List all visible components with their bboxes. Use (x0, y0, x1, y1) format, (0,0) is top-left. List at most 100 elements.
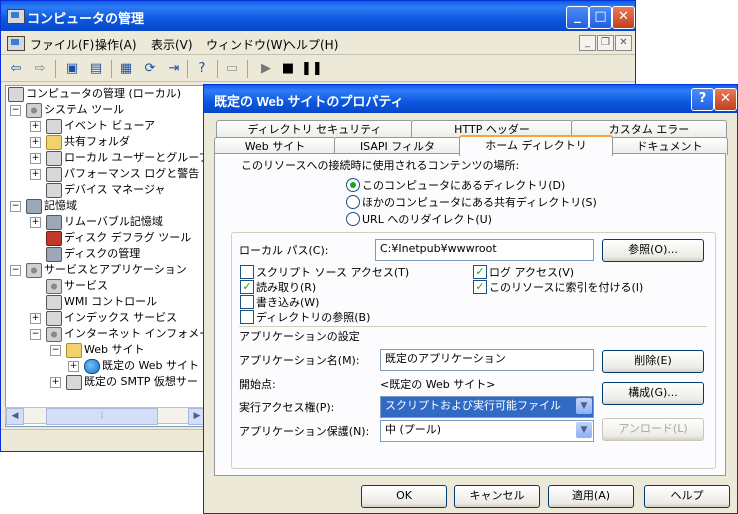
chk-directory-browsing[interactable] (240, 310, 254, 324)
refresh-icon[interactable]: ⟳ (141, 60, 159, 78)
tree-node-label: 共有フォルダ (64, 135, 130, 148)
remove-button[interactable]: 削除(E) (602, 350, 704, 373)
tab-directory-security[interactable]: ディレクトリ セキュリティ (216, 120, 413, 138)
mmc-title-bar[interactable]: コンピュータの管理 _ □ ✕ (1, 1, 635, 31)
chevron-down-icon[interactable]: ▼ (576, 422, 592, 438)
horizontal-scrollbar[interactable]: ◀ ⦙ ▶ (5, 407, 206, 425)
menu-window[interactable]: ウィンドウ(W) (206, 36, 287, 53)
collapse-icon[interactable]: − (30, 329, 41, 340)
system-menu-icon[interactable] (7, 36, 25, 51)
scroll-thumb[interactable]: ⦙ (46, 408, 158, 425)
tree-node-label: インデックス サービス (64, 311, 178, 324)
defrag-icon (46, 231, 62, 246)
up-folder-icon[interactable]: ▣ (63, 60, 81, 78)
mdi-restore-icon[interactable]: ❐ (597, 35, 614, 51)
radio-local-directory-label[interactable]: このコンピュータにあるディレクトリ(D) (362, 177, 565, 193)
close-button[interactable]: ✕ (612, 6, 635, 29)
configure-button[interactable]: 構成(G)... (602, 382, 704, 405)
properties-icon[interactable]: ▦ (117, 60, 135, 78)
menu-view[interactable]: 表示(V) (151, 36, 193, 53)
close-button[interactable]: ✕ (714, 88, 737, 111)
radio-redirect-label[interactable]: URL へのリダイレクト(U) (362, 211, 492, 227)
menu-action[interactable]: 操作(A) (95, 36, 137, 53)
chk-log-access[interactable]: ✓ (473, 265, 487, 279)
expand-icon[interactable]: + (30, 121, 41, 132)
services-icon (46, 279, 62, 294)
forward-arrow-icon[interactable]: ⇨ (31, 60, 49, 78)
indexing-service-icon (46, 311, 62, 326)
help-icon[interactable]: ? (691, 88, 714, 111)
tree-node-label: コンピュータの管理 (ローカル) (26, 87, 182, 100)
console-tree[interactable]: コンピュータの管理 (ローカル) − システム ツール + イベント ビューア … (5, 85, 205, 427)
exec-permissions-select[interactable]: スクリプトおよび実行可能ファイル ▼ (380, 396, 594, 418)
mdi-minimize-icon[interactable]: _ (579, 35, 596, 51)
radio-redirect[interactable] (346, 212, 360, 226)
pause-icon[interactable]: ❚❚ (301, 60, 323, 78)
tree-node-label: サービスとアプリケーション (44, 263, 187, 276)
help-button[interactable]: ヘルプ (644, 485, 730, 508)
tree-node-label: ディスク デフラグ ツール (64, 231, 192, 244)
tree-node-label: イベント ビューア (64, 119, 156, 132)
collapse-icon[interactable]: − (10, 105, 21, 116)
apply-button[interactable]: 適用(A) (548, 485, 634, 508)
chk-write-label[interactable]: 書き込み(W) (256, 294, 319, 310)
collapse-icon[interactable]: − (10, 201, 21, 212)
chk-read[interactable]: ✓ (240, 280, 254, 294)
chevron-down-icon[interactable]: ▼ (576, 398, 592, 414)
radio-share[interactable] (346, 195, 360, 209)
chk-script-source-label[interactable]: スクリプト ソース アクセス(T) (256, 264, 409, 280)
chk-script-source[interactable] (240, 265, 254, 279)
maximize-button[interactable]: □ (589, 6, 612, 29)
system-tools-icon (26, 103, 42, 118)
ok-button[interactable]: OK (361, 485, 447, 508)
export-list-icon[interactable]: ⇥ (165, 60, 183, 78)
expand-icon[interactable]: + (30, 313, 41, 324)
expand-icon[interactable]: + (30, 153, 41, 164)
play-icon[interactable]: ▶ (257, 60, 275, 78)
collapse-icon[interactable]: − (50, 345, 61, 356)
expand-icon[interactable]: + (30, 137, 41, 148)
smtp-server-icon (66, 375, 82, 390)
expand-icon[interactable]: + (30, 169, 41, 180)
app-protection-select[interactable]: 中 (プール) ▼ (380, 420, 594, 442)
expand-icon[interactable]: + (30, 217, 41, 228)
dialog-title-bar[interactable]: 既定の Web サイトのプロパティ ? ✕ (204, 85, 737, 113)
minimize-button[interactable]: _ (566, 6, 589, 29)
toolbar-separator (55, 60, 56, 78)
menu-file[interactable]: ファイル(F) (30, 36, 94, 53)
chk-index-resource[interactable]: ✓ (473, 280, 487, 294)
expand-icon[interactable]: + (50, 377, 61, 388)
cancel-button[interactable]: キャンセル (454, 485, 540, 508)
users-groups-icon (46, 151, 62, 166)
chk-index-resource-label[interactable]: このリソースに索引を付ける(I) (489, 279, 643, 295)
scroll-left-icon[interactable]: ◀ (6, 408, 24, 425)
content-source-label: このリソースへの接続時に使用されるコンテンツの場所: (241, 159, 520, 172)
radio-local-directory[interactable] (346, 178, 360, 192)
radio-share-label[interactable]: ほかのコンピュータにある共有ディレクトリ(S) (362, 194, 597, 210)
toolbar-separator (247, 60, 248, 78)
storage-icon (26, 199, 42, 214)
tree-node-label: システム ツール (44, 103, 125, 116)
tree-node-label: WMI コントロール (64, 295, 158, 308)
app-name-field[interactable]: 既定のアプリケーション (380, 349, 594, 371)
help-icon[interactable]: ? (193, 60, 211, 78)
tree-node-label: 既定の Web サイト (102, 359, 199, 372)
browse-button[interactable]: 参照(O)... (602, 239, 704, 262)
tab-home-directory[interactable]: ホーム ディレクトリ (459, 135, 613, 156)
computer-management-icon (7, 9, 25, 24)
menu-help[interactable]: ヘルプ(H) (284, 36, 338, 53)
connect-computer-icon[interactable]: ▭ (223, 60, 241, 78)
menu-bar: ファイル(F) 操作(A) 表示(V) ウィンドウ(W) ヘルプ(H) _ ❐ … (1, 31, 635, 55)
stop-icon[interactable]: ■ (279, 60, 297, 78)
chk-log-access-label[interactable]: ログ アクセス(V) (489, 264, 574, 280)
collapse-icon[interactable]: − (10, 265, 21, 276)
mdi-close-icon[interactable]: ✕ (615, 35, 632, 51)
expand-icon[interactable]: + (68, 361, 79, 372)
unload-button[interactable]: アンロード(L) (602, 418, 704, 441)
show-hide-tree-icon[interactable]: ▤ (87, 60, 105, 78)
chk-read-label[interactable]: 読み取り(R) (256, 279, 316, 295)
local-path-field[interactable]: C:¥Inetpub¥wwwroot (375, 239, 594, 261)
chk-write[interactable] (240, 295, 254, 309)
back-arrow-icon[interactable]: ⇦ (7, 60, 25, 78)
chk-directory-browsing-label[interactable]: ディレクトリの参照(B) (256, 309, 370, 325)
